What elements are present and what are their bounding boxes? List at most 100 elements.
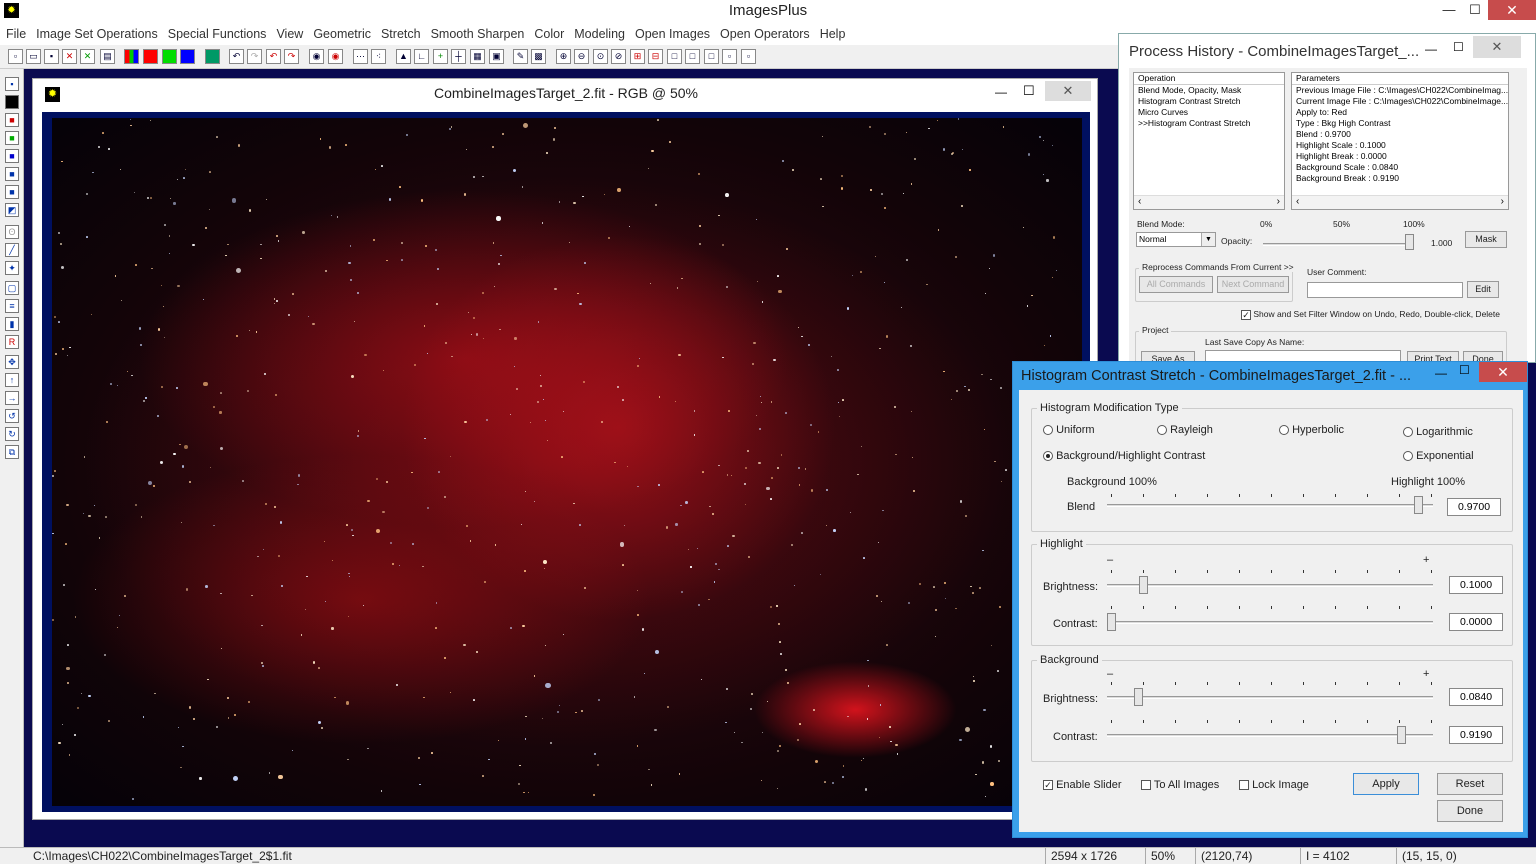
operation-scrollbar[interactable]: ‹ › (1134, 195, 1284, 209)
all-commands-button[interactable]: All Commands (1139, 276, 1213, 293)
blue-channel-icon[interactable] (180, 49, 195, 64)
blend-mode-select[interactable]: Normal ▼ (1136, 232, 1216, 247)
menu-file[interactable]: File (6, 27, 26, 41)
radio-background-highlight[interactable]: Background/Highlight Contrast (1043, 450, 1205, 462)
zoom-fit-icon[interactable]: ⊙ (593, 49, 608, 64)
grid-icon[interactable] (205, 49, 220, 64)
parameter-list[interactable]: Parameters Previous Image File : C:\Imag… (1291, 72, 1509, 210)
edit-button[interactable]: Edit (1467, 281, 1499, 298)
zoom-out-icon[interactable]: ⊖ (574, 49, 589, 64)
hcs-maximize-icon[interactable]: ☐ (1459, 363, 1470, 377)
ph-maximize-icon[interactable]: ☐ (1453, 40, 1464, 54)
menu-image-set-operations[interactable]: Image Set Operations (36, 27, 158, 41)
mask-blue-icon[interactable]: ◉ (309, 49, 324, 64)
undo-all-icon[interactable]: ↶ (266, 49, 281, 64)
menu-geometric[interactable]: Geometric (313, 27, 371, 41)
opacity-slider-track[interactable] (1263, 243, 1413, 246)
triangle-icon[interactable]: ▲ (396, 49, 411, 64)
red-channel-icon[interactable] (143, 49, 158, 64)
menu-modeling[interactable]: Modeling (574, 27, 625, 41)
radio-hyperbolic[interactable]: Hyperbolic (1279, 424, 1344, 436)
blend-value-field[interactable]: 0.9700 (1447, 498, 1501, 516)
open-folder-icon[interactable]: ▭ (26, 49, 41, 64)
green-channel-icon[interactable] (162, 49, 177, 64)
left-tool-layers-icon[interactable]: ■ (5, 167, 19, 181)
left-tool-r-icon[interactable]: R (5, 335, 19, 349)
background-contrast-track[interactable] (1107, 734, 1433, 737)
left-tool-up-icon[interactable]: ↑ (5, 373, 19, 387)
radio-hyperbolic-button[interactable] (1279, 425, 1289, 436)
frame-5-icon[interactable]: ▫ (741, 49, 756, 64)
new-file-icon[interactable]: ▫ (8, 49, 23, 64)
opacity-slider-thumb[interactable] (1405, 234, 1414, 250)
chevron-down-icon[interactable]: ▼ (1201, 233, 1215, 246)
show-filter-checkbox[interactable]: ✓ (1241, 309, 1251, 320)
radio-logarithmic-button[interactable] (1403, 427, 1413, 438)
scatter-icon[interactable]: ⁖ (371, 49, 386, 64)
zoom-reset-icon[interactable]: ⊘ (611, 49, 626, 64)
user-comment-field[interactable] (1307, 282, 1463, 298)
menu-view[interactable]: View (276, 27, 303, 41)
radio-uniform[interactable]: Uniform (1043, 424, 1095, 436)
menu-smooth-sharpen[interactable]: Smooth Sharpen (431, 27, 525, 41)
radio-exponential[interactable]: Exponential (1403, 450, 1474, 462)
left-tool-bar-icon[interactable]: ▮ (5, 317, 19, 331)
close-image-icon[interactable]: ✕ (62, 49, 77, 64)
left-tool-green-icon[interactable]: ■ (5, 131, 19, 145)
left-tool-save-icon[interactable]: ▪ (5, 77, 19, 91)
maximize-icon[interactable]: ☐ (1460, 0, 1490, 20)
blend-slider-thumb[interactable] (1413, 496, 1423, 514)
radio-logarithmic[interactable]: Logarithmic (1403, 426, 1473, 438)
save-icon[interactable]: ▪ (44, 49, 59, 64)
highlight-brightness-track[interactable] (1107, 584, 1433, 587)
background-brightness-thumb[interactable] (1133, 688, 1143, 706)
highlight-contrast-thumb[interactable] (1107, 613, 1116, 631)
left-tool-invert-icon[interactable]: ◩ (5, 203, 19, 217)
left-tool-black-icon[interactable] (5, 95, 19, 109)
redo-icon[interactable]: ↷ (247, 49, 262, 64)
rgb-channels-icon[interactable] (124, 49, 139, 64)
to-all-images-option[interactable]: To All Images (1141, 779, 1219, 791)
radio-rayleigh[interactable]: Rayleigh (1157, 424, 1213, 436)
pencil-icon[interactable]: ✎ (513, 49, 528, 64)
left-tool-select-icon[interactable]: ▢ (5, 281, 19, 295)
menu-special-functions[interactable]: Special Functions (168, 27, 267, 41)
left-tool-list-icon[interactable]: ≡ (5, 299, 19, 313)
enable-slider-option[interactable]: ✓ Enable Slider (1043, 779, 1122, 791)
scroll-right-icon[interactable]: › (1277, 196, 1280, 207)
radio-exponential-button[interactable] (1403, 451, 1413, 462)
scroll-left-icon[interactable]: ‹ (1138, 196, 1141, 207)
left-tool-copy-icon[interactable]: ⧉ (5, 445, 19, 459)
highlight-brightness-field[interactable]: 0.1000 (1449, 576, 1503, 594)
radio-background-highlight-button[interactable] (1043, 451, 1053, 462)
background-contrast-thumb[interactable] (1397, 726, 1407, 744)
image-minimize-icon[interactable]: — (995, 85, 1007, 99)
frame-2-icon[interactable]: □ (685, 49, 700, 64)
nebula-image[interactable] (52, 118, 1082, 806)
list-item[interactable]: Histogram Contrast Stretch (1134, 96, 1284, 107)
plus-green-icon[interactable]: + (433, 49, 448, 64)
left-tool-move-icon[interactable]: ✥ (5, 355, 19, 369)
background-brightness-field[interactable]: 0.0840 (1449, 688, 1503, 706)
left-tool-lasso-icon[interactable]: ʘ (5, 225, 19, 239)
background-contrast-field[interactable]: 0.9190 (1449, 726, 1503, 744)
table-icon[interactable]: ▦ (470, 49, 485, 64)
scroll-left-icon[interactable]: ‹ (1296, 196, 1299, 207)
close-icon[interactable]: ✕ (1488, 0, 1536, 20)
next-command-button[interactable]: Next Command (1217, 276, 1289, 293)
left-tool-channels-icon[interactable]: ■ (5, 185, 19, 199)
radio-rayleigh-button[interactable] (1157, 425, 1167, 436)
list-item[interactable]: Micro Curves (1134, 107, 1284, 118)
left-tool-rotate-right-icon[interactable]: ↻ (5, 427, 19, 441)
frame-4-icon[interactable]: ▫ (722, 49, 737, 64)
lock-image-checkbox[interactable] (1239, 780, 1249, 791)
zoom-in-icon[interactable]: ⊕ (556, 49, 571, 64)
operation-list[interactable]: Operation Blend Mode, Opacity, Mask Hist… (1133, 72, 1285, 210)
print-icon[interactable]: ▤ (100, 49, 115, 64)
mask-button[interactable]: Mask (1465, 231, 1507, 248)
add-red-icon[interactable]: ⊞ (630, 49, 645, 64)
dots-icon[interactable]: ⋯ (353, 49, 368, 64)
image-maximize-icon[interactable]: ☐ (1023, 83, 1035, 99)
menu-stretch[interactable]: Stretch (381, 27, 421, 41)
highlight-brightness-thumb[interactable] (1138, 576, 1148, 594)
